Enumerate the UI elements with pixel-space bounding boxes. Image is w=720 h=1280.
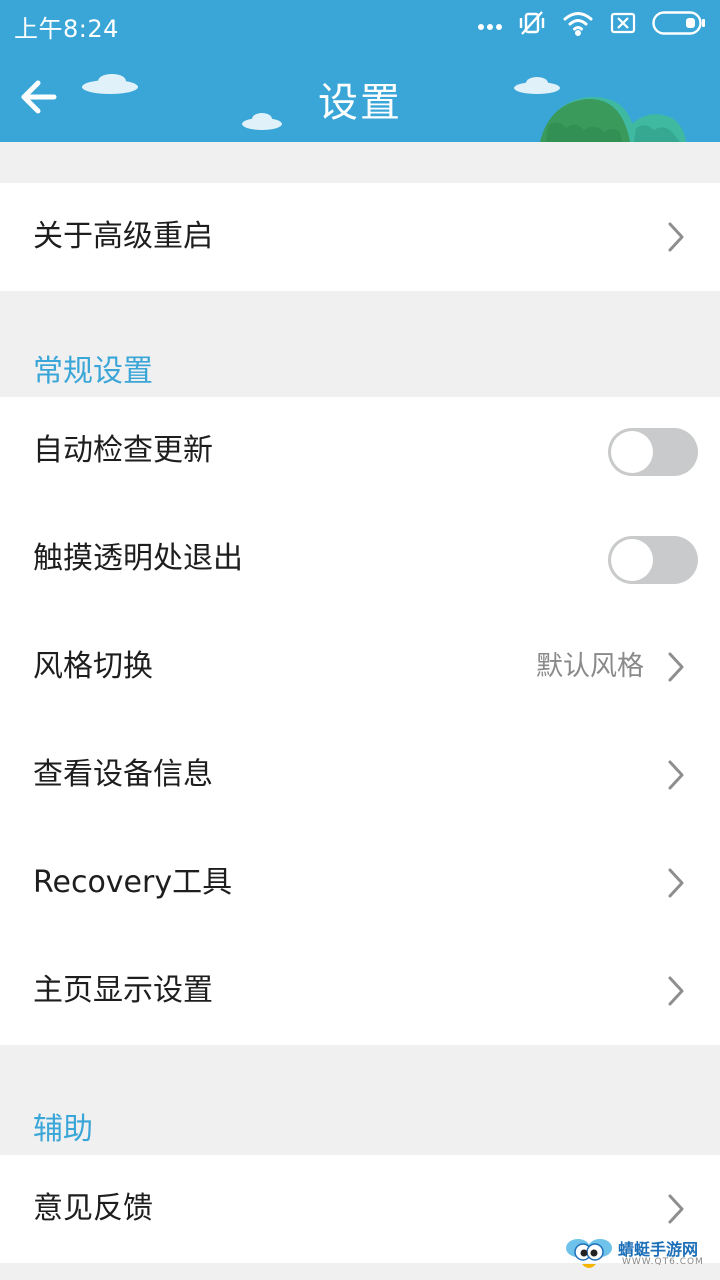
section-header-general: 常规设置: [33, 354, 153, 389]
wifi-icon: [562, 10, 594, 40]
touch-exit-toggle[interactable]: [608, 536, 698, 584]
settings-item-home-display[interactable]: 主页显示设置: [0, 937, 720, 1045]
chevron-right-icon: [668, 760, 684, 790]
app-bar: 上午8:24 设置: [0, 0, 720, 142]
settings-item-label: 主页显示设置: [33, 973, 213, 1008]
chevron-right-icon: [668, 868, 684, 898]
settings-item-label: 查看设备信息: [33, 757, 213, 792]
watermark-subtext: WWW.QT6.COM: [622, 1257, 704, 1267]
settings-item-style-switch[interactable]: 风格切换 默认风格: [0, 613, 720, 721]
toggle-knob: [611, 431, 653, 473]
chevron-right-icon: [668, 1194, 684, 1224]
settings-item-value: 默认风格: [536, 651, 644, 682]
page-title: 设置: [318, 80, 402, 126]
settings-item-label: 风格切换: [33, 649, 153, 684]
settings-item-recovery-tools[interactable]: Recovery工具: [0, 829, 720, 937]
toggle-knob: [611, 539, 653, 581]
chevron-right-icon: [668, 222, 684, 252]
sim-off-icon: [610, 12, 636, 38]
settings-item-about-advanced-reboot[interactable]: 关于高级重启: [0, 183, 720, 291]
battery-icon: [652, 11, 706, 39]
settings-item-auto-update[interactable]: 自动检查更新: [0, 397, 720, 505]
settings-item-label: 触摸透明处退出: [33, 541, 243, 576]
watermark: 蜻蜓手游网 WWW.QT6.COM: [564, 1234, 714, 1274]
status-time: 上午8:24: [14, 15, 119, 43]
settings-item-label: 关于高级重启: [33, 219, 213, 254]
settings-item-label: 意见反馈: [33, 1191, 153, 1226]
general-settings-group: 自动检查更新 触摸透明处退出 风格切换 默认风格 查看设备信息 Recovery…: [0, 397, 720, 1045]
auto-update-toggle[interactable]: [608, 428, 698, 476]
dragonfly-logo-icon: [566, 1239, 612, 1268]
settings-item-touch-exit[interactable]: 触摸透明处退出: [0, 505, 720, 613]
top-settings-group: 关于高级重启: [0, 183, 720, 291]
settings-item-device-info[interactable]: 查看设备信息: [0, 721, 720, 829]
chevron-right-icon: [668, 976, 684, 1006]
settings-item-label: Recovery工具: [33, 865, 233, 900]
section-header-assist: 辅助: [33, 1112, 93, 1147]
vibrate-off-icon: [518, 9, 546, 41]
status-icons: [478, 10, 706, 40]
more-dots-icon: [478, 16, 502, 35]
status-bar: 上午8:24: [0, 0, 720, 50]
settings-item-label: 自动检查更新: [33, 433, 213, 468]
chevron-right-icon: [668, 652, 684, 682]
